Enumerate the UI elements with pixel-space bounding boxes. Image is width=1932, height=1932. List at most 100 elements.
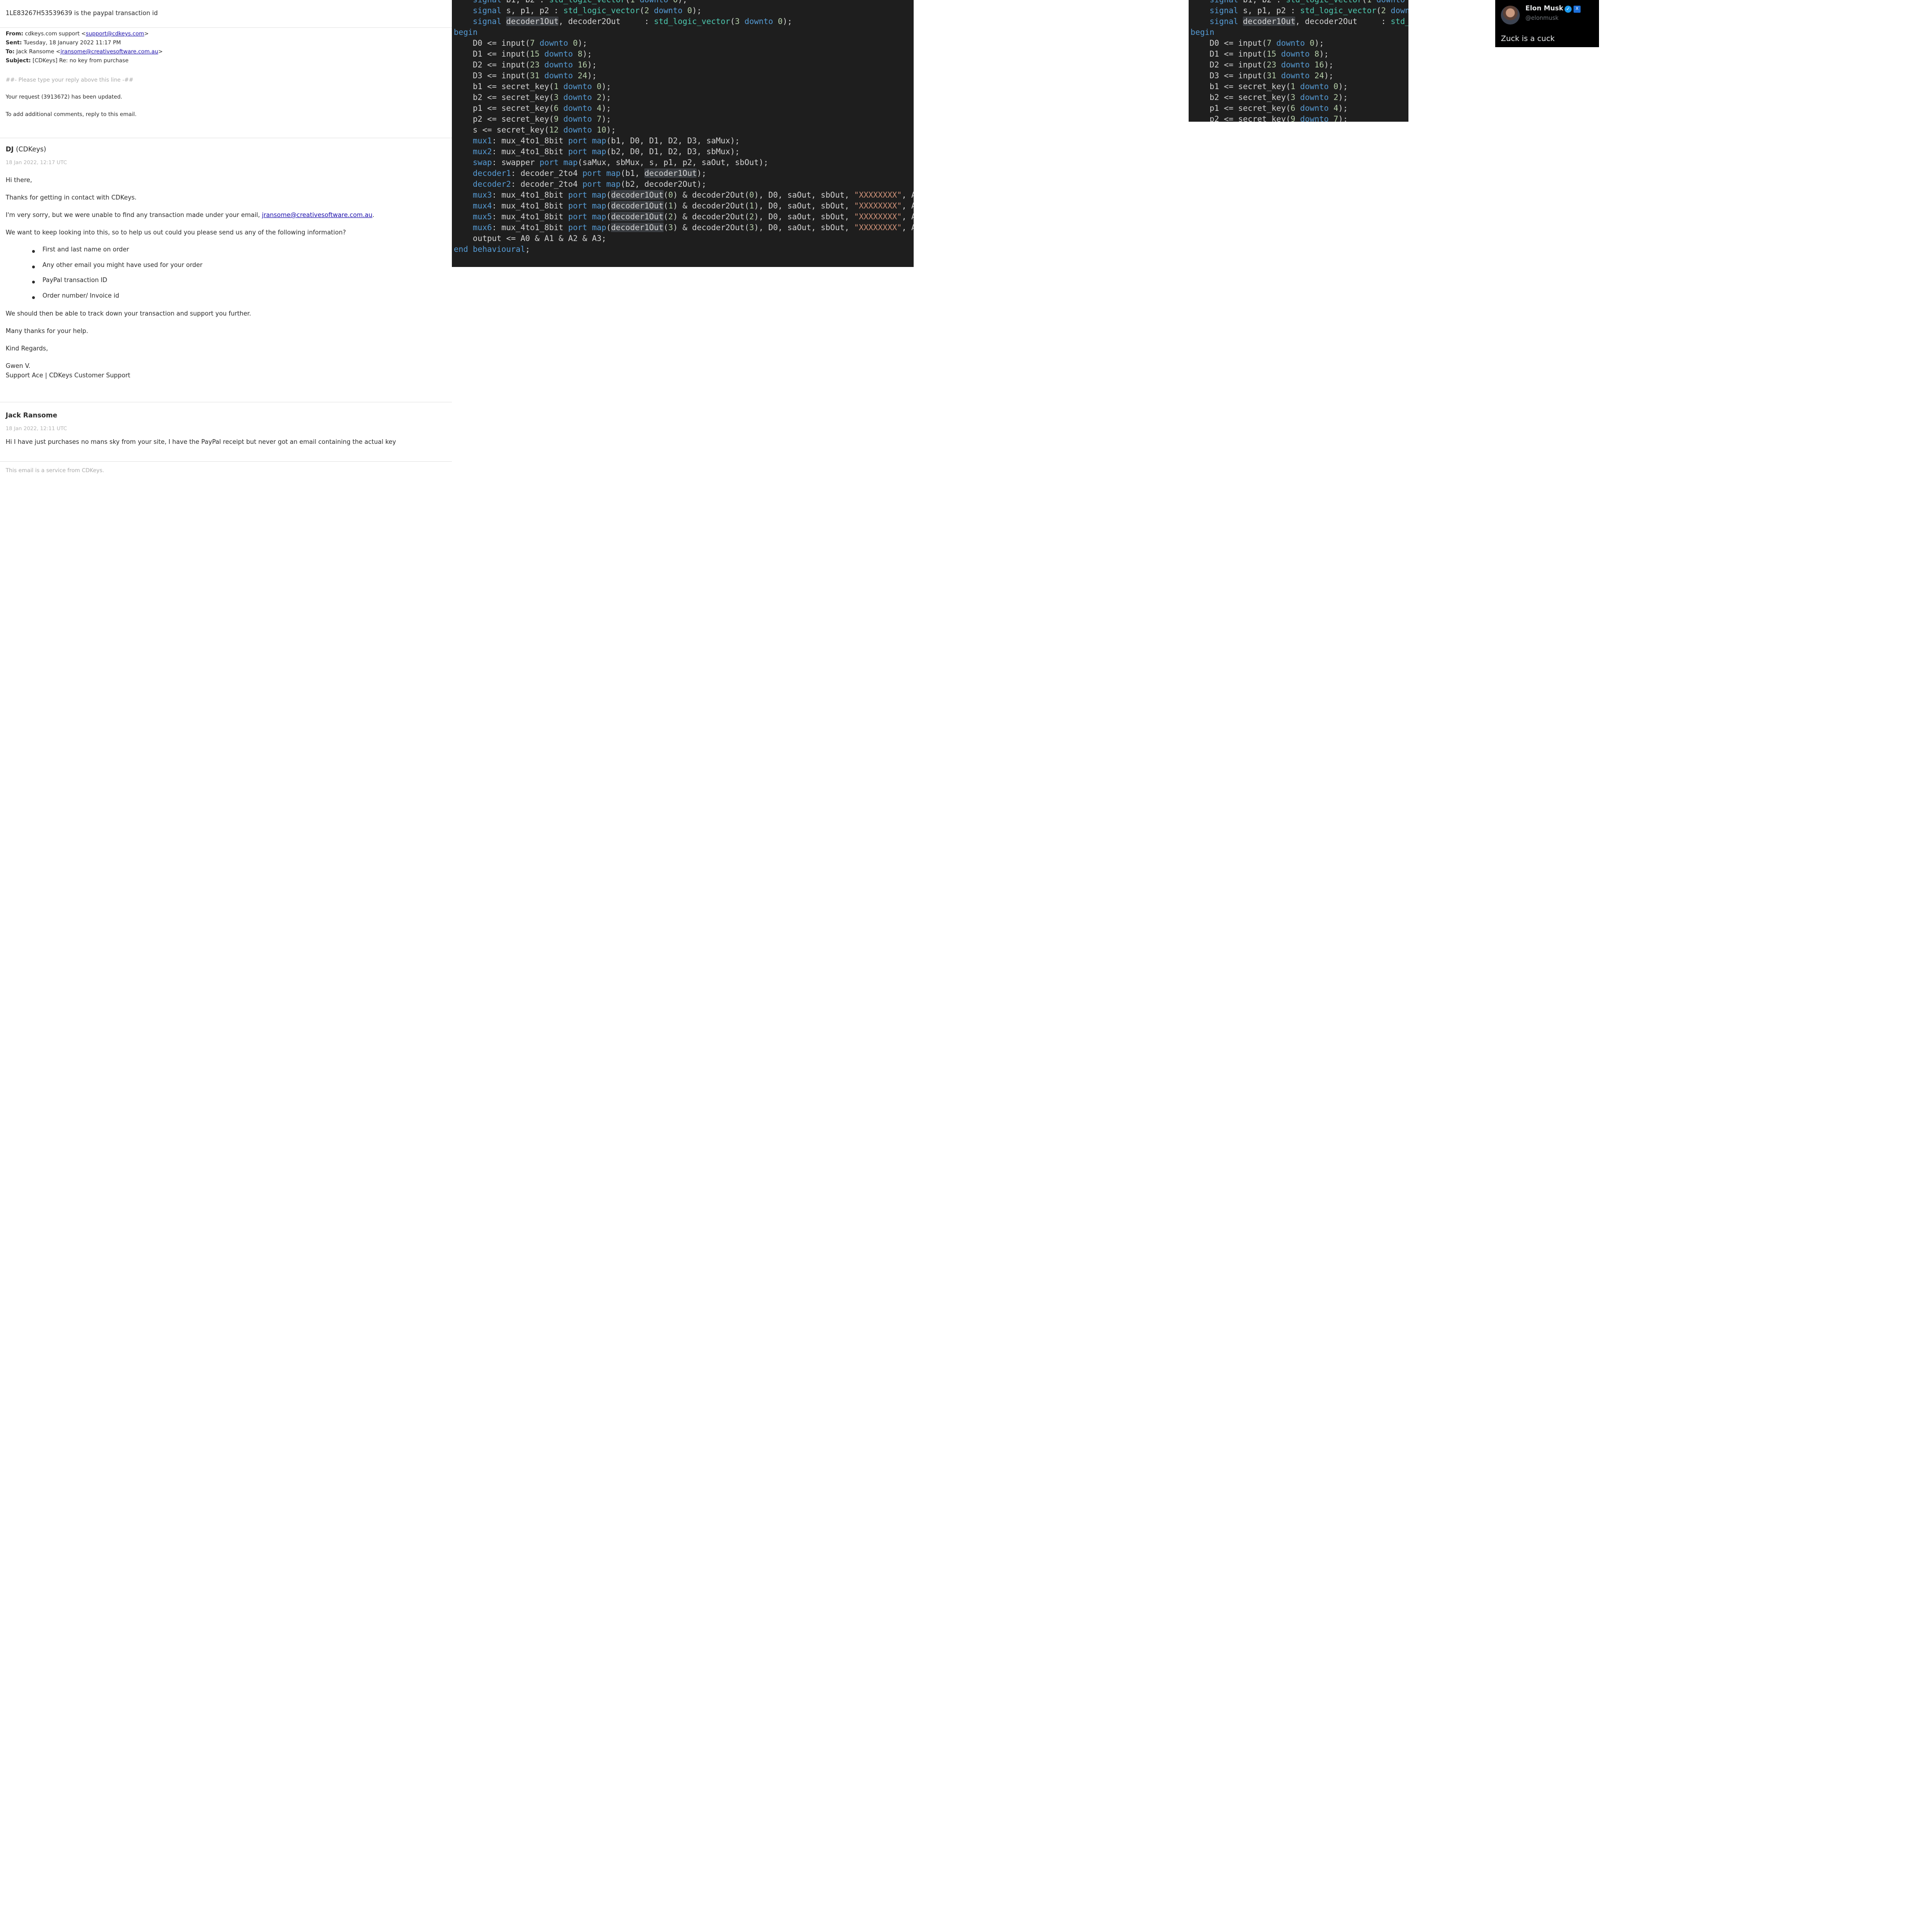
code-token: ); xyxy=(601,82,611,91)
code-token: p2 <= secret_key( xyxy=(454,114,554,124)
code-token: 3 xyxy=(749,223,754,232)
code-token: 12 xyxy=(549,125,559,134)
code-token: port map xyxy=(582,168,621,178)
code-token: 3 xyxy=(735,17,740,26)
code-token: 23 xyxy=(530,60,540,69)
code-token: downto xyxy=(563,82,592,91)
code-token: downto xyxy=(563,114,592,124)
code-token: "XXXXXXXX" xyxy=(854,223,902,232)
to-email-link[interactable]: jransome@creativesoftware.com.au xyxy=(60,48,158,55)
code-token: downto xyxy=(1300,114,1329,122)
customer-email-link[interactable]: jransome@creativesoftware.com.au xyxy=(262,212,372,219)
code-token: downto xyxy=(544,71,573,80)
code-token: 31 xyxy=(1266,71,1276,80)
code-token: "XXXXXXXX" xyxy=(854,190,902,200)
code-token: ( xyxy=(663,190,668,200)
request-updated: Your request (3913672) has been updated. xyxy=(6,93,123,100)
code-line: p1 <= secret_key(6 downto 4); xyxy=(1191,103,1408,114)
code-token: mux2 xyxy=(473,147,492,156)
sent-line: Sent: Tuesday, 18 January 2022 11:17 PM xyxy=(6,39,121,46)
code-token: std_logic_vector xyxy=(549,0,625,4)
tweet-handle[interactable]: @elonmusk xyxy=(1525,15,1558,21)
code-line: D3 <= input(31 downto 24); xyxy=(454,70,914,81)
code-token: : mux_4to1_8bit xyxy=(491,136,568,145)
code-token: port map xyxy=(568,212,607,221)
code-token: signal xyxy=(473,17,502,26)
tweet-author-name[interactable]: Elon Musk xyxy=(1525,5,1563,12)
reply-marker: ##- Please type your reply above this li… xyxy=(6,76,133,83)
code-token: ); xyxy=(1338,92,1348,102)
code-token: ), D0, saOut, sbOut, xyxy=(754,201,854,210)
sent-label: Sent: xyxy=(6,39,22,46)
code-token: : decoder_2to4 xyxy=(511,179,583,189)
sent-value: Tuesday, 18 January 2022 11:17 PM xyxy=(24,39,121,46)
code-token: b1 <= secret_key( xyxy=(1191,82,1291,91)
code-token: decoder1Out xyxy=(1243,17,1296,26)
code-token: ); xyxy=(1338,114,1348,122)
code-token: 7 xyxy=(597,114,602,124)
avatar[interactable] xyxy=(1501,6,1520,25)
message-author-org: (CDKeys) xyxy=(16,146,46,153)
code-token: 3 xyxy=(554,92,559,102)
message-request: We want to keep looking into this, so to… xyxy=(6,229,346,236)
from-email-link[interactable]: support@cdkeys.com xyxy=(86,30,144,37)
code-token: : mux_4to1_8bit xyxy=(491,147,568,156)
code-line: D1 <= input(15 downto 8); xyxy=(454,49,914,59)
from-label: From: xyxy=(6,30,24,37)
code-line: decoder2: decoder_2to4 port map(b2, deco… xyxy=(454,179,914,190)
code-line: b2 <= secret_key(3 downto 2); xyxy=(1191,92,1408,103)
code-token: 10 xyxy=(597,125,607,134)
code-line: D3 <= input(31 downto 24); xyxy=(1191,70,1408,81)
code-token: 1 xyxy=(1291,82,1296,91)
tweet-card[interactable]: Elon Musk ✓ X @elonmusk Zuck is a cuck xyxy=(1495,0,1599,47)
code-line: p1 <= secret_key(6 downto 4); xyxy=(454,103,914,114)
code-token: mux6 xyxy=(473,223,492,232)
code-token: ( xyxy=(606,201,611,210)
code-token: decoder1Out xyxy=(611,190,664,200)
code-token: 7 xyxy=(530,38,535,48)
code-token: std_logic_vector xyxy=(654,17,731,26)
code-token: std_logic_vector xyxy=(563,6,640,15)
code-token: signal xyxy=(473,0,501,4)
subject-value: [CDKeys] Re: no key from purchase xyxy=(33,57,129,64)
code-token: D3 <= input( xyxy=(1191,71,1267,80)
code-token: downto xyxy=(563,92,592,102)
code-token: signal xyxy=(1209,6,1239,15)
code-token: downto xyxy=(1300,82,1329,91)
code-token: ) & decoder2Out( xyxy=(673,223,749,232)
code-line: D0 <= input(7 downto 0); xyxy=(454,38,914,49)
code-token: ) & decoder2Out( xyxy=(673,201,749,210)
code-token: downto xyxy=(1281,49,1310,58)
code-token: ) & decoder2Out( xyxy=(673,190,749,200)
code-line: mux4: mux_4to1_8bit port map(decoder1Out… xyxy=(454,200,914,211)
code-token: mux1 xyxy=(473,136,492,145)
code-token: mux5 xyxy=(473,212,492,221)
code-token: ( xyxy=(606,212,611,221)
add-comments-note: To add additional comments, reply to thi… xyxy=(6,111,137,117)
code-token: downto xyxy=(563,103,592,113)
code-token: behavioural xyxy=(473,244,525,254)
code-token: ; xyxy=(525,244,530,254)
code-token: 0 xyxy=(597,82,602,91)
code-token: port map xyxy=(568,223,607,232)
code-token: : swapper xyxy=(491,158,540,167)
code-token: (b2, D0, D1, D2, D3, sbMux); xyxy=(606,147,740,156)
message-author: Jack Ransome xyxy=(6,412,58,419)
code-token: begin xyxy=(454,27,478,37)
code-line: b1 <= secret_key(1 downto 0); xyxy=(1191,81,1408,92)
code-token: ); xyxy=(1319,49,1329,58)
code-lines: signal b1, b2 : std_logic_vector(1 downt… xyxy=(1191,0,1408,122)
code-token: D0 <= input( xyxy=(454,38,530,48)
